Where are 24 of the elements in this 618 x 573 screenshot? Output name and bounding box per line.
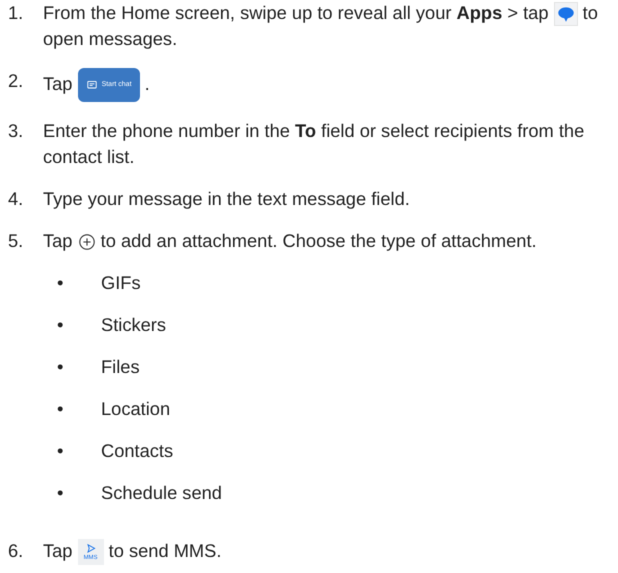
step-number: 2. — [8, 69, 24, 94]
attachment-type: Files — [101, 355, 140, 380]
bullet-marker: • — [56, 313, 64, 338]
step-number: 6. — [8, 539, 24, 564]
bullet-marker: • — [56, 271, 64, 296]
step-text: Type your message in the text message field. — [43, 187, 411, 212]
bullet-marker: • — [56, 355, 64, 380]
step-number: 4. — [8, 187, 24, 212]
attachment-type: Contacts — [101, 439, 174, 464]
step-number: 1. — [8, 1, 24, 25]
step-text: Tap to add an attachment. Choose the type of attachment. — [43, 229, 538, 254]
attachment-type: Location — [101, 397, 170, 422]
step-number: 5. — [8, 229, 24, 254]
chat-icon — [86, 79, 98, 92]
attachment-type: Stickers — [101, 313, 166, 338]
step-text: Enter the phone number in the To field or select recipients from the contact list. — [43, 119, 586, 170]
bullet-marker: • — [56, 439, 64, 464]
step-number: 3. — [8, 119, 24, 144]
bullet-marker: • — [56, 481, 64, 506]
attachment-type: Schedule send — [101, 481, 222, 506]
add-icon — [78, 233, 96, 252]
step-text: From the Home screen, swipe up to reveal all your Apps > tap to open messages. — [43, 1, 599, 52]
bullet-marker: • — [56, 397, 64, 422]
attachment-type: GIFs — [101, 271, 141, 296]
